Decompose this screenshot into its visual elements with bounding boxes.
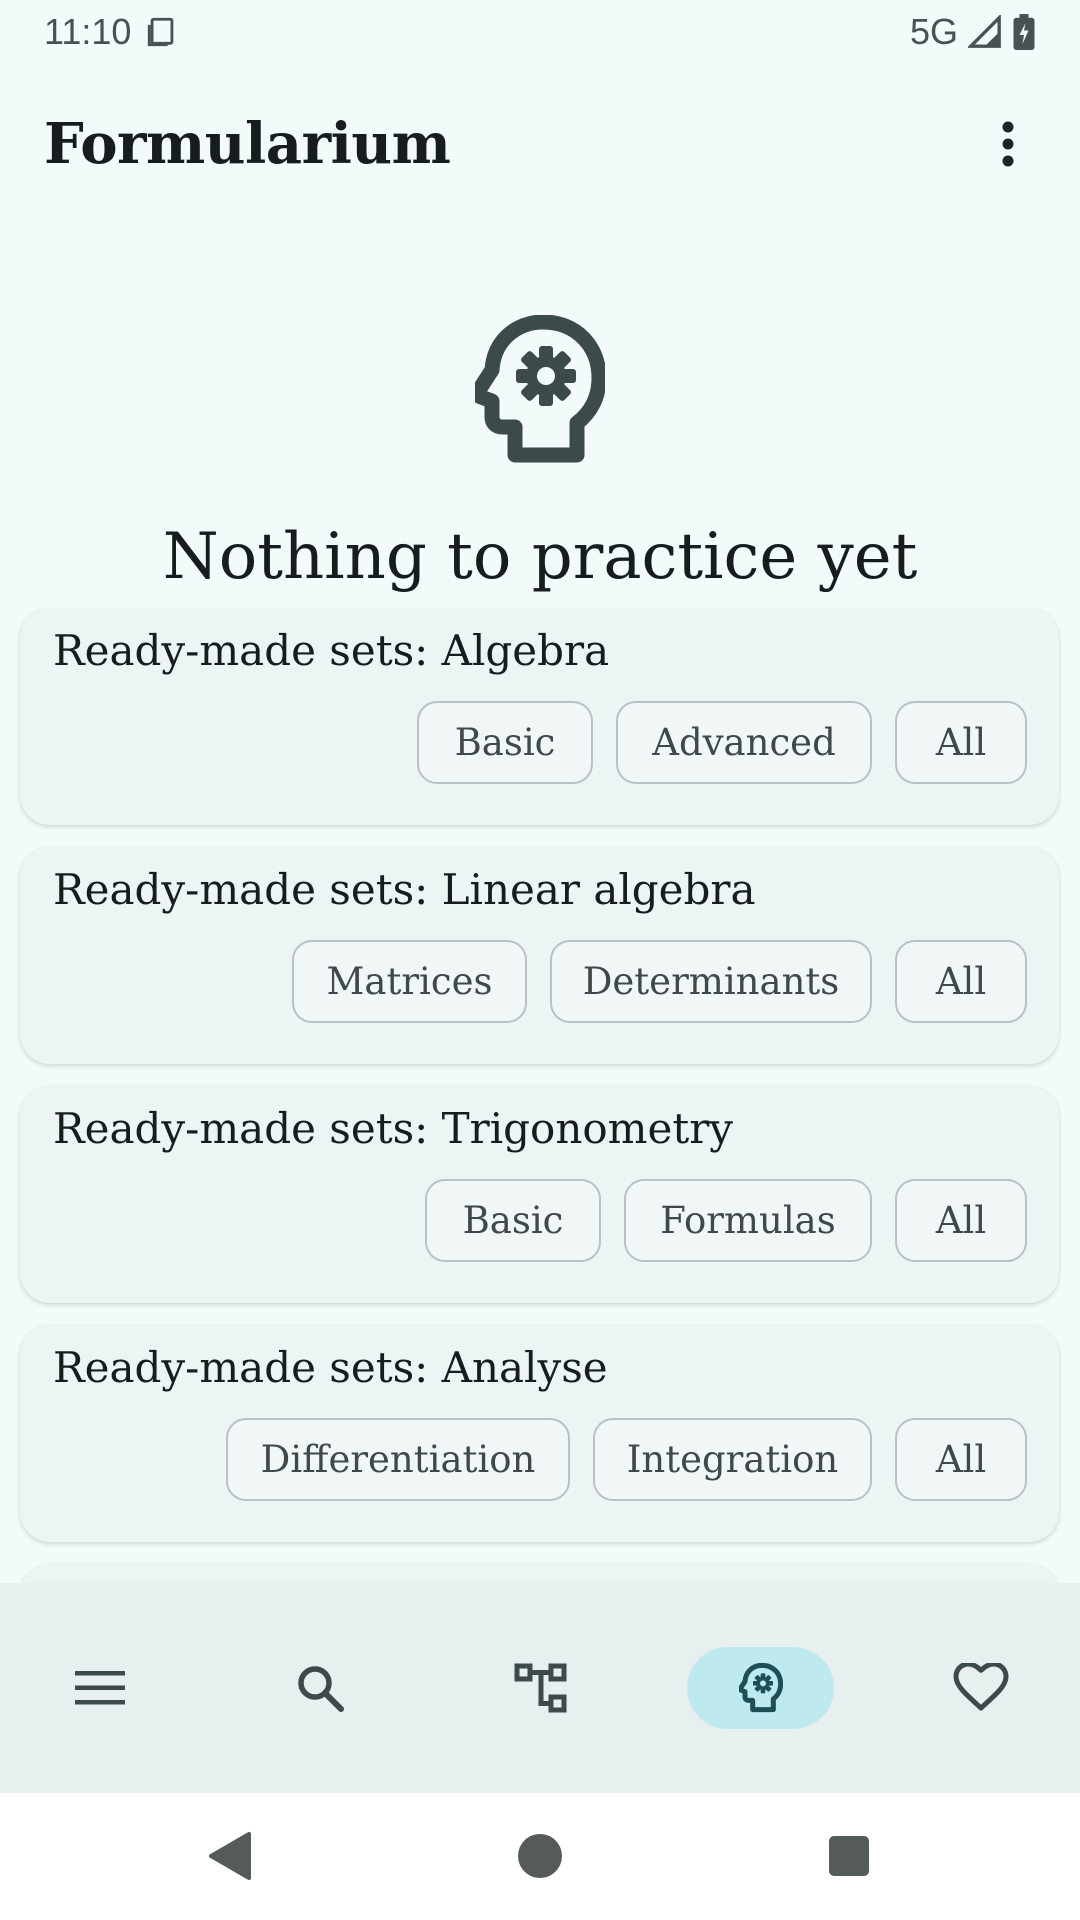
sim-card-icon: [145, 15, 179, 49]
menu-icon: [74, 1671, 125, 1705]
more-options-button[interactable]: [972, 108, 1044, 180]
psychology-icon: [738, 1663, 783, 1713]
status-bar: 11:10 5G: [0, 0, 1080, 64]
set-button-all[interactable]: All: [895, 1418, 1027, 1501]
back-icon: [209, 1832, 251, 1880]
set-button-advanced[interactable]: Advanced: [616, 701, 872, 784]
set-button-formulas[interactable]: Formulas: [624, 1179, 872, 1262]
set-card-trigonometry: Ready-made sets: Trigonometry Basic Form…: [20, 1086, 1059, 1303]
home-icon: [518, 1834, 562, 1878]
set-card-algebra: Ready-made sets: Algebra Basic Advanced …: [20, 608, 1059, 825]
set-button-all[interactable]: All: [895, 701, 1027, 784]
battery-charging-icon: [1012, 14, 1036, 50]
sets-list: Ready-made sets: Algebra Basic Advanced …: [0, 608, 1080, 1583]
set-card-actions: Basic Advanced All: [417, 701, 1027, 784]
signal-icon: [968, 15, 1002, 49]
set-button-basic[interactable]: Basic: [425, 1179, 601, 1262]
set-card-analyse: Ready-made sets: Analyse Differentiation…: [20, 1325, 1059, 1542]
psychology-icon: [470, 314, 607, 465]
nav-structure[interactable]: [467, 1647, 614, 1729]
heart-icon: [953, 1663, 1008, 1711]
set-card-linear-algebra: Ready-made sets: Linear algebra Matrices…: [20, 847, 1059, 1064]
set-card-actions: Matrices Determinants All: [292, 940, 1027, 1023]
tree-structure-icon: [514, 1663, 566, 1713]
recents-icon: [829, 1836, 869, 1876]
bottom-navigation: [0, 1583, 1080, 1793]
status-right: 5G: [910, 11, 1036, 53]
app-title: Formularium: [44, 111, 451, 177]
set-card-title: Ready-made sets: Linear algebra: [53, 865, 756, 914]
set-button-basic[interactable]: Basic: [417, 701, 593, 784]
network-type: 5G: [909, 11, 958, 52]
set-button-differentiation[interactable]: Differentiation: [226, 1418, 570, 1501]
set-button-integration[interactable]: Integration: [593, 1418, 872, 1501]
nav-search[interactable]: [246, 1647, 393, 1729]
back-button[interactable]: [192, 1818, 268, 1894]
nav-practice[interactable]: [687, 1647, 834, 1729]
set-button-determinants[interactable]: Determinants: [550, 940, 872, 1023]
set-card-title: Ready-made sets: Algebra: [53, 626, 610, 675]
system-navigation: [0, 1793, 1080, 1920]
set-card-actions: Differentiation Integration All: [226, 1418, 1027, 1501]
status-left: 11:10: [44, 11, 179, 53]
nav-menu[interactable]: [26, 1647, 173, 1729]
search-icon: [297, 1666, 344, 1712]
set-card-title: Ready-made sets: Trigonometry: [53, 1104, 734, 1153]
recents-button[interactable]: [811, 1818, 887, 1894]
set-card-partial: [20, 1564, 1059, 1583]
empty-state-title: Nothing to practice yet: [162, 520, 918, 594]
set-button-all[interactable]: All: [895, 1179, 1027, 1262]
nav-favorites[interactable]: [907, 1647, 1054, 1729]
set-button-all[interactable]: All: [895, 940, 1027, 1023]
status-time: 11:10: [44, 11, 132, 52]
set-button-matrices[interactable]: Matrices: [292, 940, 527, 1023]
set-card-actions: Basic Formulas All: [425, 1179, 1027, 1262]
app-bar: Formularium: [0, 84, 1080, 204]
set-card-title: Ready-made sets: Analyse: [53, 1343, 608, 1392]
home-button[interactable]: [502, 1818, 578, 1894]
more-vert-icon: [1002, 121, 1014, 167]
